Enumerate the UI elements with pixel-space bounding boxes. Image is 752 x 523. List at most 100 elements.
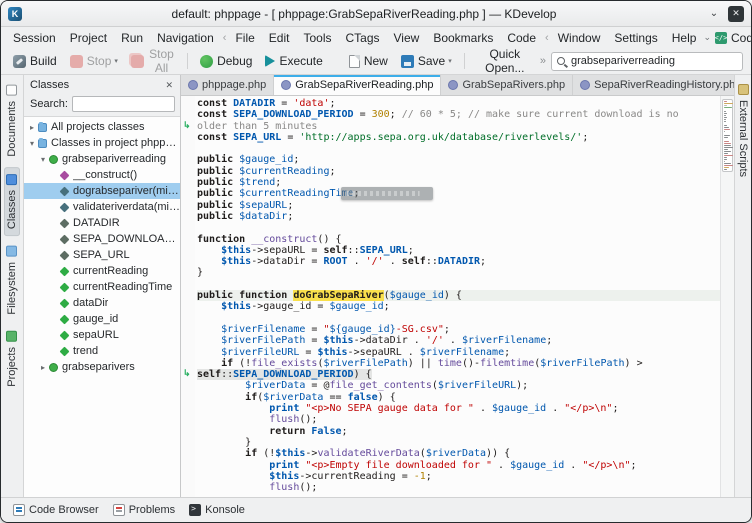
stop-all-button[interactable]: Stop All [125,44,181,78]
minimap-line [724,169,727,170]
tree-item[interactable]: gauge_id [24,311,180,327]
expander-icon[interactable]: ▾ [27,139,37,148]
code-line[interactable]: function __construct() { [197,234,720,245]
menu-window[interactable]: Window [551,30,608,46]
tree-item[interactable]: ▸grabseparivers [24,359,180,375]
code-line[interactable]: flush(); [197,482,720,493]
code-line[interactable]: public $dataDir; [197,211,720,222]
titlebar[interactable]: K default: phppage - [ phppage:GrabSepaR… [1,1,751,27]
menu-ctags[interactable]: CTags [339,30,387,46]
editor-icon-border[interactable]: ↳↳ [181,96,195,497]
code-line[interactable]: if (!$this->validateRiverData($riverData… [197,448,720,459]
menu-project[interactable]: Project [63,30,114,46]
code-line[interactable]: public $currentReading; [197,166,720,177]
quick-open-button[interactable]: Quick Open... [471,44,539,78]
code-line[interactable] [197,313,720,324]
editor-tab[interactable]: GrabSepaRivers.php [441,75,573,95]
tree-item[interactable]: trend [24,343,180,359]
menu-view[interactable]: View [387,30,427,46]
tree-item[interactable]: SEPA_DOWNLOAD_PERIOD [24,231,180,247]
tree-item[interactable]: DATADIR [24,215,180,231]
save-button[interactable]: Save ▾ [395,51,458,71]
code-line[interactable]: public $gauge_id; [197,154,720,165]
menu-file[interactable]: File [228,30,261,46]
menu-edit[interactable]: Edit [262,30,297,46]
classes-filter-input[interactable] [72,96,175,112]
dock-tab-documents[interactable]: Documents [4,78,20,164]
toolview-button-problems[interactable]: Problems [107,501,181,519]
code-line[interactable] [197,279,720,290]
classes-search-row: Search: [24,93,180,116]
close-icon[interactable]: ✕ [163,79,175,92]
code-line[interactable]: $this->currentReading = -1; [197,471,720,482]
debug-button[interactable]: Debug [194,51,258,71]
tree-item[interactable]: __construct() [24,167,180,183]
search-input[interactable] [569,54,737,68]
code-line[interactable]: } [197,267,720,278]
code-line[interactable]: public $trend; [197,177,720,188]
expander-icon[interactable]: ▾ [38,155,48,164]
tree-item[interactable]: sepaURL [24,327,180,343]
classes-panel-title: Classes [30,79,163,91]
code-line[interactable]: $this->sepaURL = self::SEPA_URL; [197,245,720,256]
code-line[interactable]: $riverFilePath = $this->dataDir . '/' . … [197,335,720,346]
code-line[interactable]: $this->gauge_id = $gauge_id; [197,301,720,312]
code-line[interactable]: print "<p>No SEPA gauge data for " . $ga… [197,403,720,414]
code-line[interactable]: $this->dataDir = ROOT . '/' . self::DATA… [197,256,720,267]
minimap-scrollbar[interactable] [720,96,734,497]
dock-tab-filesystem[interactable]: Filesystem [4,239,20,322]
menu-settings[interactable]: Settings [607,30,664,46]
code-line[interactable]: const SEPA_URL = 'http://apps.sepa.org.u… [197,132,720,143]
menu-tools[interactable]: Tools [296,30,338,46]
new-button[interactable]: New [343,51,394,71]
toolview-button-konsole[interactable]: Konsole [183,501,251,519]
code-line[interactable]: public function doGrabSepaRiver($gauge_i… [197,290,720,301]
code-line[interactable]: public $sepaURL; [197,200,720,211]
tree-item[interactable]: ▾Classes in project phppage [24,135,180,151]
tree-item[interactable]: currentReading [24,263,180,279]
tree-item[interactable]: ▾grabsepariverreading [24,151,180,167]
tree-item[interactable]: ▸All projects classes [24,119,180,135]
tree-item[interactable]: SEPA_URL [24,247,180,263]
tree-item[interactable]: dataDir [24,295,180,311]
code-line[interactable]: $riverFileURL = $this->sepaURL . $riverF… [197,347,720,358]
code-line[interactable]: } [197,437,720,448]
code-line[interactable] [197,143,720,154]
code-line[interactable]: older than 5 minutes [197,121,720,132]
minimize-button[interactable]: ⌄ [706,6,722,22]
dock-tab-projects[interactable]: Projects [4,324,20,394]
code-line[interactable] [197,222,720,233]
code-line[interactable]: if($riverData == false) { [197,392,720,403]
editor-tab[interactable]: phppage.php [181,75,274,95]
menu-help[interactable]: Help [665,30,704,46]
build-button[interactable]: Build [7,51,63,71]
expander-icon[interactable]: ▸ [27,123,37,132]
stop-button[interactable]: Stop ▾ [64,51,124,71]
code-area[interactable]: const DATADIR = 'data';const SEPA_DOWNLO… [195,96,720,497]
code-line[interactable]: print "<p>Empty file downloaded for " . … [197,460,720,471]
tree-item[interactable]: currentReadingTime [24,279,180,295]
code-line[interactable]: $riverData = @file_get_contents($riverFi… [197,380,720,391]
tree-item[interactable]: validateriverdata(mixed) [24,199,180,215]
expander-icon[interactable]: ▸ [38,363,48,372]
dock-tab-external-scripts[interactable]: External Scripts [736,78,750,183]
code-line[interactable]: return False; [197,426,720,437]
menu-session[interactable]: Session [6,30,63,46]
code-line[interactable]: flush(); [197,414,720,425]
toolview-label: Problems [129,504,175,516]
code-line[interactable]: if (!file_exists($riverFilePath) || time… [197,358,720,369]
dock-tab-classes[interactable]: Classes [4,167,20,236]
close-button[interactable]: ✕ [728,6,744,22]
code-line[interactable]: const SEPA_DOWNLOAD_PERIOD = 300; // 60 … [197,109,720,120]
code-menu[interactable]: ⌄Code [703,31,751,45]
code-line[interactable]: const DATADIR = 'data'; [197,98,720,109]
code-line[interactable]: self::SEPA_DOWNLOAD_PERIOD) { [197,369,720,380]
tree-item[interactable]: dograbsepariver(mixed) [24,183,180,199]
code-line[interactable]: $riverFilename = "${gauge_id}-SG.csv"; [197,324,720,335]
editor-tab[interactable]: GrabSepaRiverReading.php [274,75,441,95]
toolview-button-code-browser[interactable]: Code Browser [7,501,105,519]
execute-button[interactable]: Execute [259,51,328,71]
code-line[interactable]: public $currentReadingTime; [197,188,720,199]
editor-tab[interactable]: SepaRiverReadingHistory.php [573,75,749,95]
toolbar-overflow-icon[interactable]: » [540,55,546,67]
